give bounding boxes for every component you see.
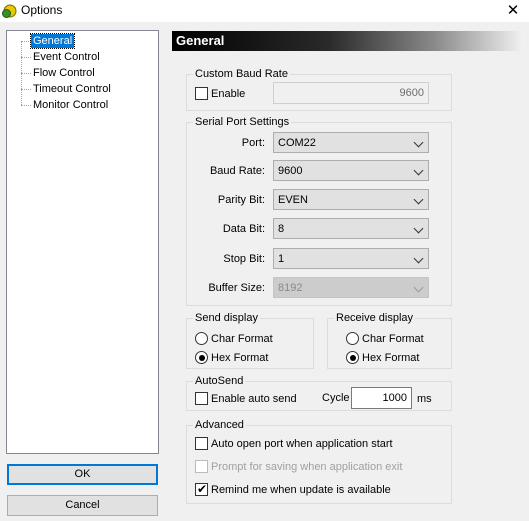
port-select[interactable]: COM22 [273, 132, 429, 153]
receive-display-legend: Receive display [334, 312, 416, 324]
chevron-down-icon [413, 223, 424, 234]
ok-button[interactable]: OK [7, 464, 158, 485]
tree-item-monitor-control[interactable]: Monitor Control [31, 98, 110, 112]
custom-baud-checkbox[interactable] [195, 87, 208, 100]
receive-hex-format-label: Hex Format [362, 352, 420, 364]
custom-baud-input[interactable]: 9600 [273, 82, 429, 104]
send-hex-format-radio[interactable] [195, 351, 208, 364]
chevron-down-icon [413, 194, 424, 205]
stop-bit-label: Stop Bit: [223, 253, 265, 265]
receive-hex-format-radio[interactable] [346, 351, 359, 364]
send-char-format-label: Char Format [211, 333, 273, 345]
close-button[interactable]: ✕ [497, 0, 529, 22]
data-bit-select[interactable]: 8 [273, 218, 429, 239]
cycle-input[interactable]: 1000 [351, 387, 412, 409]
send-display-legend: Send display [193, 312, 260, 324]
autosend-legend: AutoSend [193, 375, 246, 387]
auto-open-port-label: Auto open port when application start [211, 438, 393, 450]
chevron-down-icon [413, 282, 424, 293]
parity-bit-select[interactable]: EVEN [273, 189, 429, 210]
tree-item-general[interactable]: General [29, 33, 76, 49]
cycle-unit-label: ms [417, 393, 432, 405]
remind-update-checkbox[interactable]: ✔ [195, 482, 208, 496]
app-icon [2, 4, 17, 18]
baud-rate-select[interactable]: 9600 [273, 160, 429, 181]
cycle-label: Cycle [322, 392, 350, 404]
auto-send-checkbox[interactable] [195, 392, 208, 405]
prompt-save-label: Prompt for saving when application exit [211, 461, 403, 473]
tree-item-timeout-control[interactable]: Timeout Control [31, 82, 113, 96]
chevron-down-icon [413, 253, 424, 264]
tree-item-flow-control[interactable]: Flow Control [31, 66, 97, 80]
advanced-legend: Advanced [193, 419, 246, 431]
chevron-down-icon [413, 137, 424, 148]
custom-baud-enable-label: Enable [211, 88, 246, 100]
send-hex-format-label: Hex Format [211, 352, 269, 364]
custom-baud-legend: Custom Baud Rate [193, 68, 290, 80]
window-title: Options [21, 3, 63, 17]
page-title: General [172, 31, 522, 51]
send-char-format-radio[interactable] [195, 332, 208, 345]
parity-bit-label: Parity Bit: [217, 194, 265, 206]
auto-open-port-checkbox[interactable] [195, 437, 208, 450]
port-label: Port: [241, 137, 265, 149]
close-icon: ✕ [506, 2, 520, 19]
checkmark-icon: ✔ [197, 482, 208, 496]
chevron-down-icon [413, 165, 424, 176]
auto-send-label: Enable auto send [211, 393, 297, 405]
data-bit-label: Data Bit: [222, 223, 265, 235]
remind-update-label: Remind me when update is available [211, 484, 391, 496]
stop-bit-select[interactable]: 1 [273, 248, 429, 269]
receive-char-format-radio[interactable] [346, 332, 359, 345]
serial-port-legend: Serial Port Settings [193, 116, 292, 128]
cancel-button[interactable]: Cancel [7, 495, 158, 516]
prompt-save-checkbox [195, 460, 208, 473]
baud-rate-label: Baud Rate: [209, 165, 265, 177]
options-tree[interactable]: General Event Control Flow Control Timeo… [6, 30, 159, 454]
title-bar: Options ✕ [0, 0, 529, 22]
buffer-size-label: Buffer Size: [208, 282, 265, 294]
receive-char-format-label: Char Format [362, 333, 424, 345]
buffer-size-select: 8192 [273, 277, 429, 298]
tree-item-event-control[interactable]: Event Control [31, 50, 102, 64]
